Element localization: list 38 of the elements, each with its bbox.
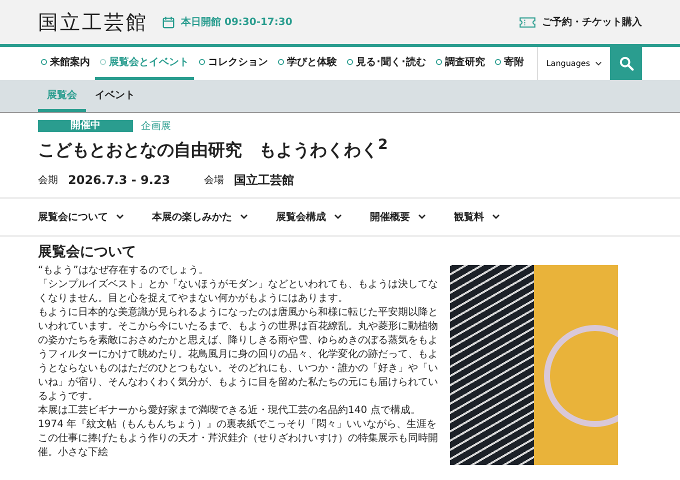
meta-label: 会場 xyxy=(204,174,224,188)
ticket-icon xyxy=(519,16,536,28)
section-link[interactable]: 観覧料 xyxy=(454,210,500,224)
chevron-down-icon xyxy=(492,214,500,220)
body-paragraph: 「シンプルイズベスト」とか「ないほうがモダン」などといわれても、もようは決してなくなりません。目と心を捉えてやまない何かがもようにはあります。 xyxy=(38,278,439,306)
chevron-down-icon xyxy=(116,214,124,220)
nav-item[interactable]: 寄附 xyxy=(490,47,529,80)
search-icon xyxy=(618,56,634,71)
chevron-down-icon xyxy=(418,214,426,220)
nav-item[interactable]: 来館案内 xyxy=(36,47,95,80)
subnav-tab[interactable]: イベント xyxy=(86,80,144,112)
meta-label: 会期 xyxy=(38,174,58,188)
museum-logo[interactable]: 国立工芸館 xyxy=(38,8,148,36)
body-paragraph: 本展は工芸ビギナーから愛好家まで満喫できる近・現代工芸の名品約140 点で構成。 xyxy=(38,404,422,418)
nav-item[interactable]: コレクション xyxy=(194,47,273,80)
nav-item[interactable]: 見る･聞く･読む xyxy=(342,47,431,80)
body-paragraph: もように日本的な美意識が見られるようになったのは唐風から和様に転じた平安期以降といわれています。そこから今にいたるまで、もようの世界は百花繚乱。丸や菱形に動植物の姿かたちを素敵におさめたかと思えば、降りしきる雨や雪、ゆらめきのぼる蒸気をもようフィルターにかけて眺めたり。花鳥風月に身の回りの品々、化学変化の跡だって、もようとならないものはただのひとつもない。そのどれにも、いつか・誰かの「好き」や「いいね」が宿り、そんなわくわく気分が、もように目を留めた私たちの元にも届けられているようです。 xyxy=(38,306,439,404)
body-paragraph: 1974 年『紋文帖（もんもんちょう）』の裏表紙でこっそり「悶々」いいながら、生涯をこの仕事に捧げたもよう作りの天才・芹沢銈介（せりざわけいすけ）の特集展示も同時開催。小さな下絵 xyxy=(38,418,439,460)
calendar-icon xyxy=(162,16,175,28)
nav-item[interactable]: 学びと体験 xyxy=(273,47,342,80)
body-paragraph: “もよう”はなぜ存在するのでしょう。 xyxy=(38,264,210,278)
exhibition-title: こどもとおとなの自由研究 もようわくわく$^{2}$ xyxy=(38,137,389,162)
section-link[interactable]: 展覧会構成 xyxy=(276,210,342,224)
chevron-down-icon xyxy=(334,214,342,220)
meta-value: 2026.7.3 - 9.23 xyxy=(68,173,170,188)
opening-hours: 本日開館 09:30-17:30 xyxy=(181,16,292,29)
section-link[interactable]: 開催概要 xyxy=(370,210,426,224)
chevron-down-icon xyxy=(240,214,248,220)
nav-item[interactable]: 調査研究 xyxy=(431,47,490,80)
ticket-link[interactable]: ご予約・チケット購入 xyxy=(519,15,642,29)
search-button[interactable] xyxy=(610,47,642,80)
status-badge: 開催中 xyxy=(38,120,133,132)
chevron-down-icon xyxy=(595,61,602,66)
section-heading: 展覧会について xyxy=(38,242,137,261)
section-link[interactable]: 展覧会について xyxy=(38,210,124,224)
section-link[interactable]: 本展の楽しみかた xyxy=(152,210,248,224)
category-label: 企画展 xyxy=(141,120,171,133)
meta-value: 国立工芸館 xyxy=(234,172,294,189)
